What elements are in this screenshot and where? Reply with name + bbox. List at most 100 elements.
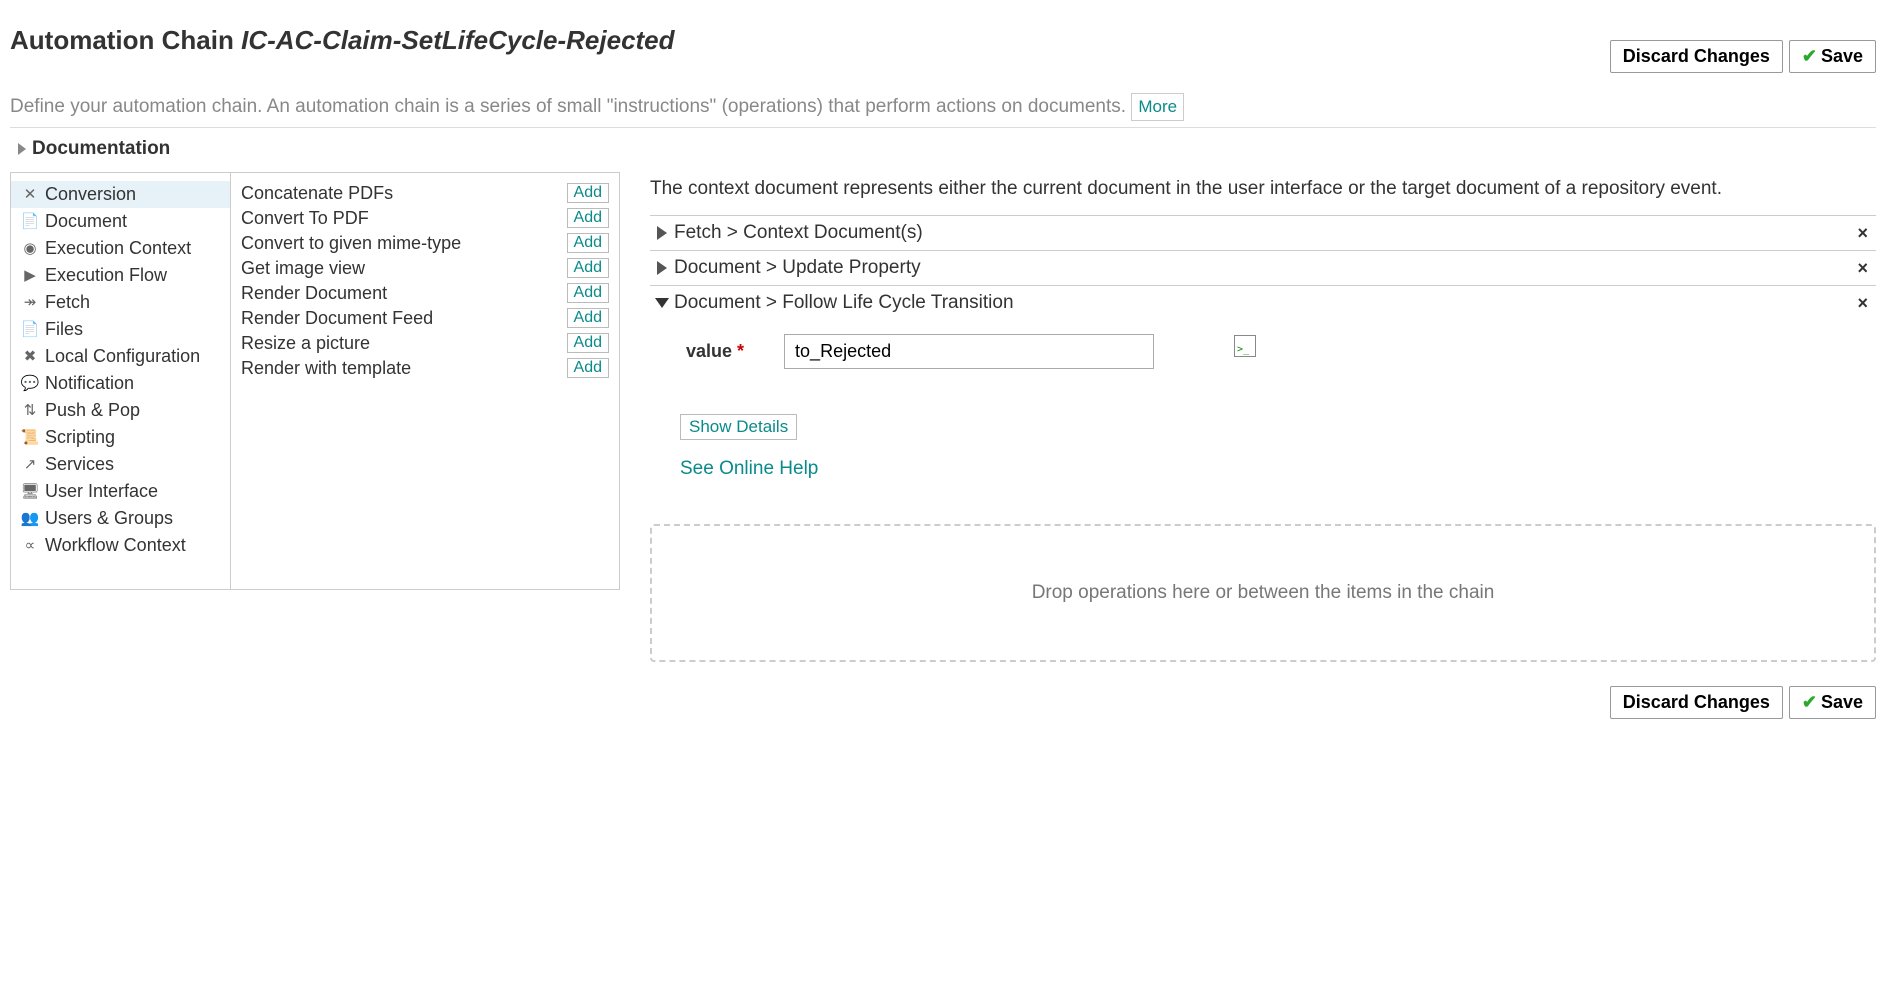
save-label-bottom: Save [1821, 692, 1863, 713]
operation-label[interactable]: Convert to given mime-type [241, 233, 461, 254]
operations-browser: ✕ Conversion 📄 Document ◉Execution Context ▶ E… [10, 172, 620, 590]
category-item[interactable]: 📄 Files [11, 316, 230, 343]
expression-icon[interactable]: >_ [1234, 335, 1256, 357]
description-text: Define your automation chain. An automat… [10, 93, 1876, 121]
save-button[interactable]: ✔ Save [1789, 40, 1876, 73]
category-label: Services [45, 454, 114, 475]
category-label: Files [45, 319, 83, 340]
category-list: ✕ Conversion 📄 Document ◉Execution Context ▶ E… [11, 173, 231, 589]
online-help-link[interactable]: See Online Help [680, 458, 1876, 480]
category-icon: ✖ [21, 347, 39, 365]
category-label: Fetch [45, 292, 90, 313]
category-icon: ↠ [21, 293, 39, 311]
operation-row: Get image view Add [241, 256, 609, 281]
operation-row: Render Document Add [241, 281, 609, 306]
category-icon: 📜 [21, 428, 39, 446]
category-label: Users & Groups [45, 508, 173, 529]
add-button[interactable]: Add [567, 333, 609, 353]
category-label: Document [45, 211, 127, 232]
category-item[interactable]: 👥 Users & Groups [11, 505, 230, 532]
remove-step-icon[interactable]: × [1849, 258, 1876, 279]
operation-row: Resize a picture Add [241, 331, 609, 356]
triangle-right-icon [18, 143, 26, 155]
category-icon: ↗ [21, 455, 39, 473]
discard-button-bottom[interactable]: Discard Changes [1610, 686, 1783, 719]
category-label: Notification [45, 373, 134, 394]
category-icon: 📄 [21, 320, 39, 338]
operation-label[interactable]: Resize a picture [241, 333, 370, 354]
add-button[interactable]: Add [567, 283, 609, 303]
operation-list: Concatenate PDFsAddConvert To PDFAddConv… [231, 173, 619, 589]
discard-button[interactable]: Discard Changes [1610, 40, 1783, 73]
category-icon: ⇅ [21, 401, 39, 419]
remove-step-icon[interactable]: × [1849, 223, 1876, 244]
category-item[interactable]: ▶ Execution Flow [11, 262, 230, 289]
category-item[interactable]: 🖥User Interface [11, 478, 230, 505]
category-item[interactable]: ∝ Workflow Context [11, 532, 230, 559]
param-label: value * [686, 341, 744, 362]
category-icon: 🖥 [21, 482, 39, 500]
category-icon: ▶ [21, 266, 39, 284]
more-link[interactable]: More [1131, 93, 1184, 121]
arrow-right-icon [657, 261, 667, 275]
category-item[interactable]: ◉Execution Context [11, 235, 230, 262]
chain-step: Document > Update Property× [650, 250, 1876, 285]
title-prefix: Automation Chain [10, 25, 241, 55]
category-icon: 💬 [21, 374, 39, 392]
operation-label[interactable]: Render Document Feed [241, 308, 433, 329]
check-icon: ✔ [1802, 46, 1817, 67]
category-label: Local Configuration [45, 346, 200, 367]
category-icon: 👥 [21, 509, 39, 527]
operation-label[interactable]: Concatenate PDFs [241, 183, 393, 204]
category-item[interactable]: ↠ Fetch [11, 289, 230, 316]
category-label: Conversion [45, 184, 136, 205]
category-item[interactable]: ✖ Local Configuration [11, 343, 230, 370]
chain-step-header[interactable]: Document > Follow Life Cycle Transition× [650, 292, 1876, 314]
remove-step-icon[interactable]: × [1849, 293, 1876, 314]
save-button-bottom[interactable]: ✔ Save [1789, 686, 1876, 719]
chain-step-header[interactable]: Fetch > Context Document(s)× [650, 222, 1876, 244]
add-button[interactable]: Add [567, 208, 609, 228]
operation-row: Concatenate PDFs Add [241, 181, 609, 206]
chain-step: Fetch > Context Document(s)× [650, 215, 1876, 250]
chain-editor: The context document represents either t… [650, 172, 1876, 663]
category-icon: ✕ [21, 185, 39, 203]
operation-label[interactable]: Render with template [241, 358, 411, 379]
category-item[interactable]: ⇅ Push & Pop [11, 397, 230, 424]
operation-row: Render Document Feed Add [241, 306, 609, 331]
category-label: Execution Flow [45, 265, 167, 286]
param-value-input[interactable] [784, 334, 1154, 369]
category-item[interactable]: 💬 Notification [11, 370, 230, 397]
context-description: The context document represents either t… [650, 176, 1876, 202]
category-label: Scripting [45, 427, 115, 448]
save-label: Save [1821, 46, 1863, 67]
category-icon: 📄 [21, 212, 39, 230]
add-button[interactable]: Add [567, 183, 609, 203]
add-button[interactable]: Add [567, 308, 609, 328]
category-item[interactable]: ↗ Services [11, 451, 230, 478]
chain-step-title: Document > Update Property [674, 257, 1849, 279]
add-button[interactable]: Add [567, 258, 609, 278]
show-details-button[interactable]: Show Details [680, 414, 797, 440]
operation-label[interactable]: Convert To PDF [241, 208, 369, 229]
page-title: Automation Chain IC-AC-Claim-SetLifeCycl… [10, 25, 675, 56]
add-button[interactable]: Add [567, 233, 609, 253]
chain-step-header[interactable]: Document > Update Property× [650, 257, 1876, 279]
drop-zone[interactable]: Drop operations here or between the item… [650, 524, 1876, 662]
add-button[interactable]: Add [567, 358, 609, 378]
category-item[interactable]: ✕ Conversion [11, 181, 230, 208]
chain-step-title: Document > Follow Life Cycle Transition [674, 292, 1849, 314]
arrow-down-icon [655, 298, 669, 308]
arrow-right-icon [657, 226, 667, 240]
category-label: Push & Pop [45, 400, 140, 421]
operation-label[interactable]: Render Document [241, 283, 387, 304]
category-item[interactable]: 📄 Document [11, 208, 230, 235]
documentation-toggle[interactable]: Documentation [18, 138, 1876, 160]
category-item[interactable]: 📜 Scripting [11, 424, 230, 451]
category-icon: ∝ [21, 536, 39, 554]
chain-step: Document > Follow Life Cycle Transition×… [650, 285, 1876, 496]
operation-row: Convert To PDF Add [241, 206, 609, 231]
operation-label[interactable]: Get image view [241, 258, 365, 279]
operation-row: Convert to given mime-type Add [241, 231, 609, 256]
category-label: Workflow Context [45, 535, 186, 556]
